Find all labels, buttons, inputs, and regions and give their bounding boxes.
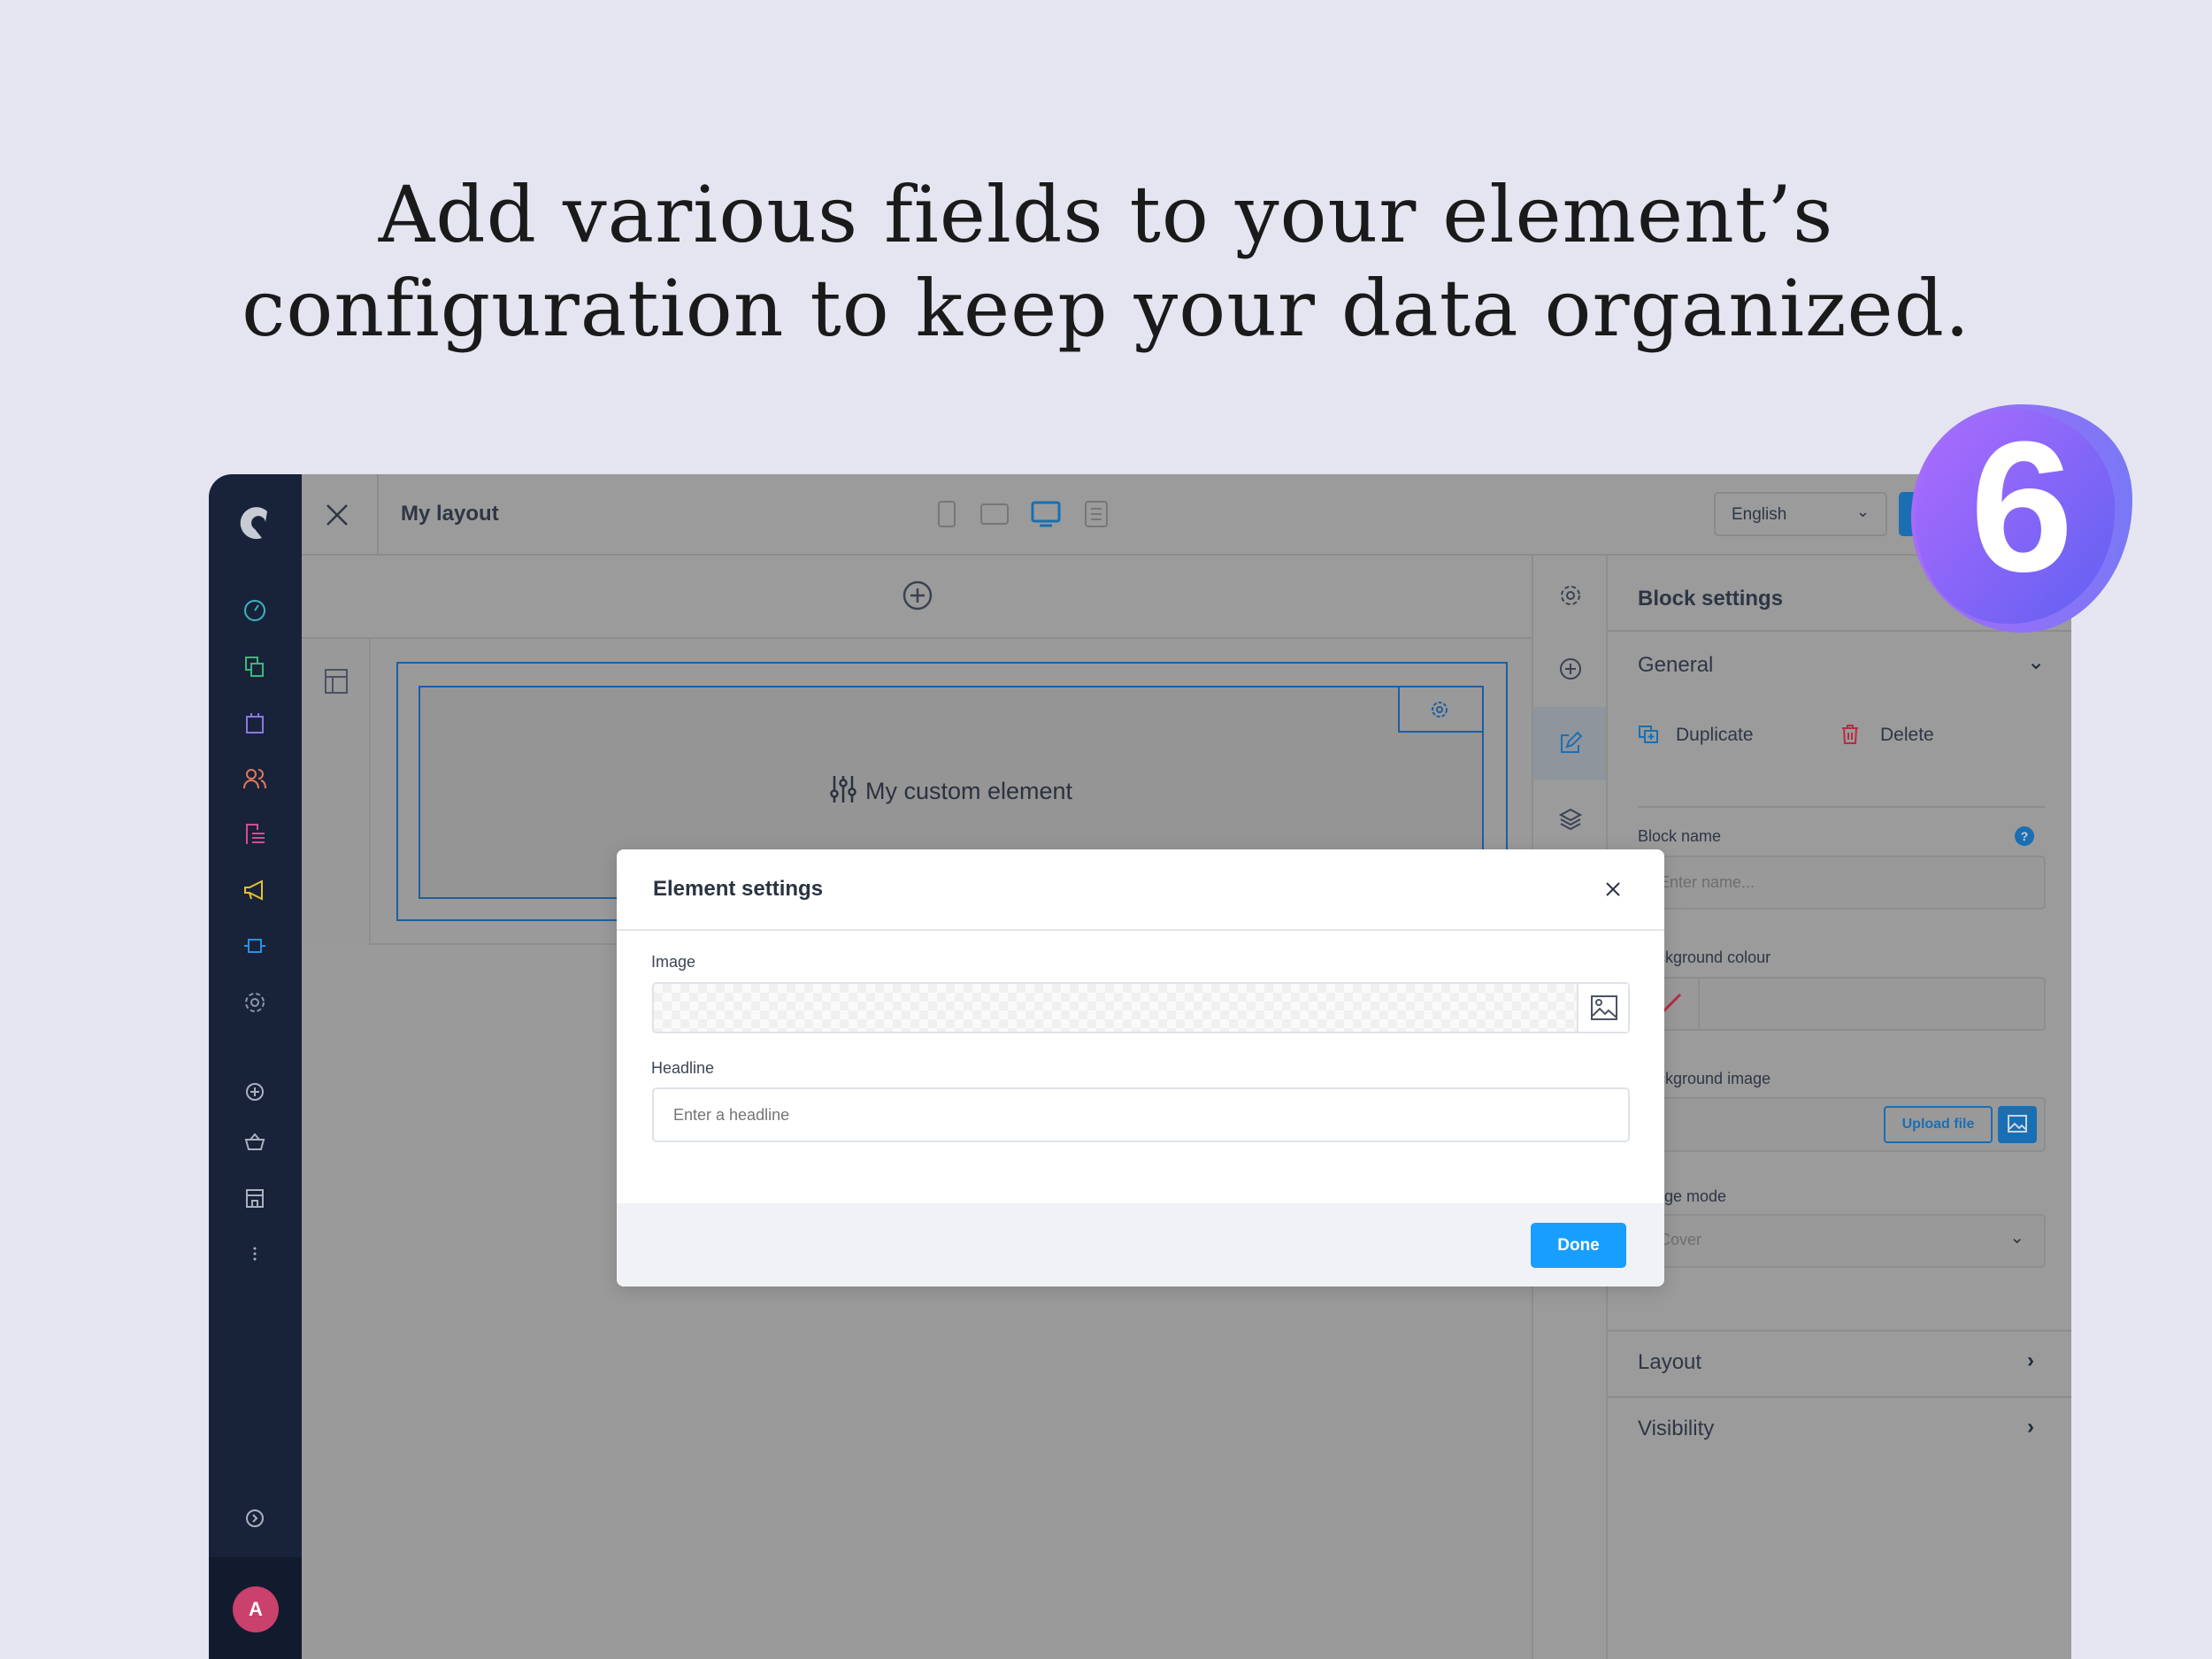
general-section-toggle[interactable]: General bbox=[1638, 653, 1713, 678]
layout-section-toggle[interactable]: Layout bbox=[1638, 1350, 1701, 1375]
image-mode-value: Cover bbox=[1659, 1231, 1702, 1248]
content-icon[interactable] bbox=[242, 821, 268, 848]
divider bbox=[617, 929, 1664, 931]
chevron-down-icon: ⌄ bbox=[1855, 503, 1870, 520]
store-icon[interactable] bbox=[242, 1185, 268, 1211]
edit-tab-active[interactable] bbox=[1533, 707, 1606, 780]
expand-sidebar-icon[interactable] bbox=[242, 1505, 268, 1532]
more-icon[interactable] bbox=[242, 1240, 268, 1267]
visibility-section-toggle[interactable]: Visibility bbox=[1638, 1417, 1714, 1441]
settings-icon[interactable] bbox=[242, 989, 268, 1016]
divider bbox=[1638, 806, 2045, 808]
headline-line-1: Add various fields to your element’s bbox=[378, 169, 1834, 260]
background-image-input: Upload file bbox=[1638, 1097, 2046, 1152]
headline-line-2: configuration to keep your data organize… bbox=[242, 263, 1970, 354]
image-icon bbox=[1591, 995, 1617, 1020]
block-name-input[interactable]: Enter name... bbox=[1638, 856, 2046, 910]
catalog-icon[interactable] bbox=[242, 654, 268, 680]
chevron-right-icon: › bbox=[2027, 1348, 2034, 1372]
custom-element-title: My custom element bbox=[420, 774, 1482, 805]
version-badge: 6 bbox=[1911, 403, 2132, 633]
done-button[interactable]: Done bbox=[1531, 1223, 1626, 1268]
image-picker-button[interactable] bbox=[1577, 984, 1628, 1032]
element-settings-modal: Element settings Image Headline Done bbox=[617, 849, 1664, 1286]
divider bbox=[1698, 979, 1700, 1029]
chevron-down-icon: ⌄ bbox=[2027, 650, 2046, 674]
desktop-icon[interactable] bbox=[1031, 501, 1061, 527]
upload-file-button[interactable]: Upload file bbox=[1884, 1106, 1993, 1143]
customers-icon[interactable] bbox=[242, 765, 268, 792]
duplicate-button[interactable]: Duplicate bbox=[1676, 725, 1754, 746]
logo-icon bbox=[240, 507, 267, 540]
block-name-label: Block name bbox=[1638, 827, 1722, 845]
modal-footer: Done bbox=[617, 1203, 1664, 1286]
headline-label: Headline bbox=[651, 1059, 715, 1077]
background-colour-input[interactable] bbox=[1638, 977, 2046, 1031]
badge-number: 6 bbox=[1970, 403, 2074, 611]
sidebar: A bbox=[209, 474, 302, 1659]
avatar[interactable]: A bbox=[233, 1586, 279, 1632]
layout-title: My layout bbox=[401, 502, 499, 526]
panel-title: Block settings bbox=[1638, 587, 1784, 611]
edit-icon bbox=[1561, 731, 1583, 753]
mobile-icon[interactable] bbox=[938, 501, 956, 527]
gear-icon bbox=[1432, 702, 1448, 718]
add-section-icon[interactable] bbox=[902, 580, 933, 611]
topbar: My layout English ⌄ bbox=[302, 474, 2071, 556]
close-icon[interactable] bbox=[1605, 881, 1621, 897]
help-icon[interactable]: ? bbox=[2015, 826, 2034, 846]
hero-headline: Add various fields to your element’s con… bbox=[0, 168, 2212, 356]
divider bbox=[1608, 1330, 2071, 1332]
tablet-icon[interactable] bbox=[980, 503, 1009, 525]
image-mode-select[interactable]: Cover ⌄ bbox=[1638, 1214, 2046, 1268]
section-layout-icon[interactable] bbox=[324, 668, 349, 695]
modal-title: Element settings bbox=[653, 877, 824, 901]
extensions-icon[interactable] bbox=[242, 933, 268, 959]
element-label: My custom element bbox=[864, 778, 1073, 804]
add-icon[interactable] bbox=[242, 1079, 268, 1105]
language-value: English bbox=[1732, 505, 1787, 524]
chevron-right-icon: › bbox=[2027, 1415, 2034, 1439]
close-icon[interactable] bbox=[325, 503, 349, 527]
image-field[interactable] bbox=[652, 982, 1630, 1033]
section-sidebar bbox=[302, 639, 371, 945]
duplicate-icon bbox=[1639, 726, 1658, 743]
list-icon[interactable] bbox=[1085, 501, 1108, 527]
marketing-icon[interactable] bbox=[242, 877, 268, 903]
divider bbox=[377, 474, 379, 556]
dashboard-icon[interactable] bbox=[242, 597, 268, 624]
divider bbox=[1608, 1396, 2071, 1398]
basket-icon[interactable] bbox=[242, 1129, 268, 1156]
sliders-icon bbox=[830, 776, 856, 803]
media-library-button[interactable] bbox=[1998, 1106, 2037, 1143]
canvas-toolbar bbox=[302, 556, 1532, 639]
image-label: Image bbox=[651, 953, 696, 971]
device-switcher bbox=[938, 501, 1108, 527]
add-block-icon[interactable] bbox=[1558, 657, 1583, 681]
settings-gear-icon[interactable] bbox=[1558, 583, 1583, 608]
trash-icon bbox=[1842, 725, 1858, 744]
delete-button[interactable]: Delete bbox=[1880, 725, 1934, 746]
layers-icon[interactable] bbox=[1558, 806, 1583, 831]
image-icon bbox=[2008, 1115, 2027, 1133]
language-select[interactable]: English ⌄ bbox=[1714, 492, 1887, 536]
orders-icon[interactable] bbox=[242, 710, 268, 736]
headline-input[interactable] bbox=[652, 1087, 1630, 1142]
block-settings-panel: Block settings General ⌄ Duplicate Delet… bbox=[1608, 556, 2071, 1659]
block-settings-tab[interactable] bbox=[1398, 686, 1484, 733]
chevron-down-icon: ⌄ bbox=[2009, 1228, 2024, 1248]
